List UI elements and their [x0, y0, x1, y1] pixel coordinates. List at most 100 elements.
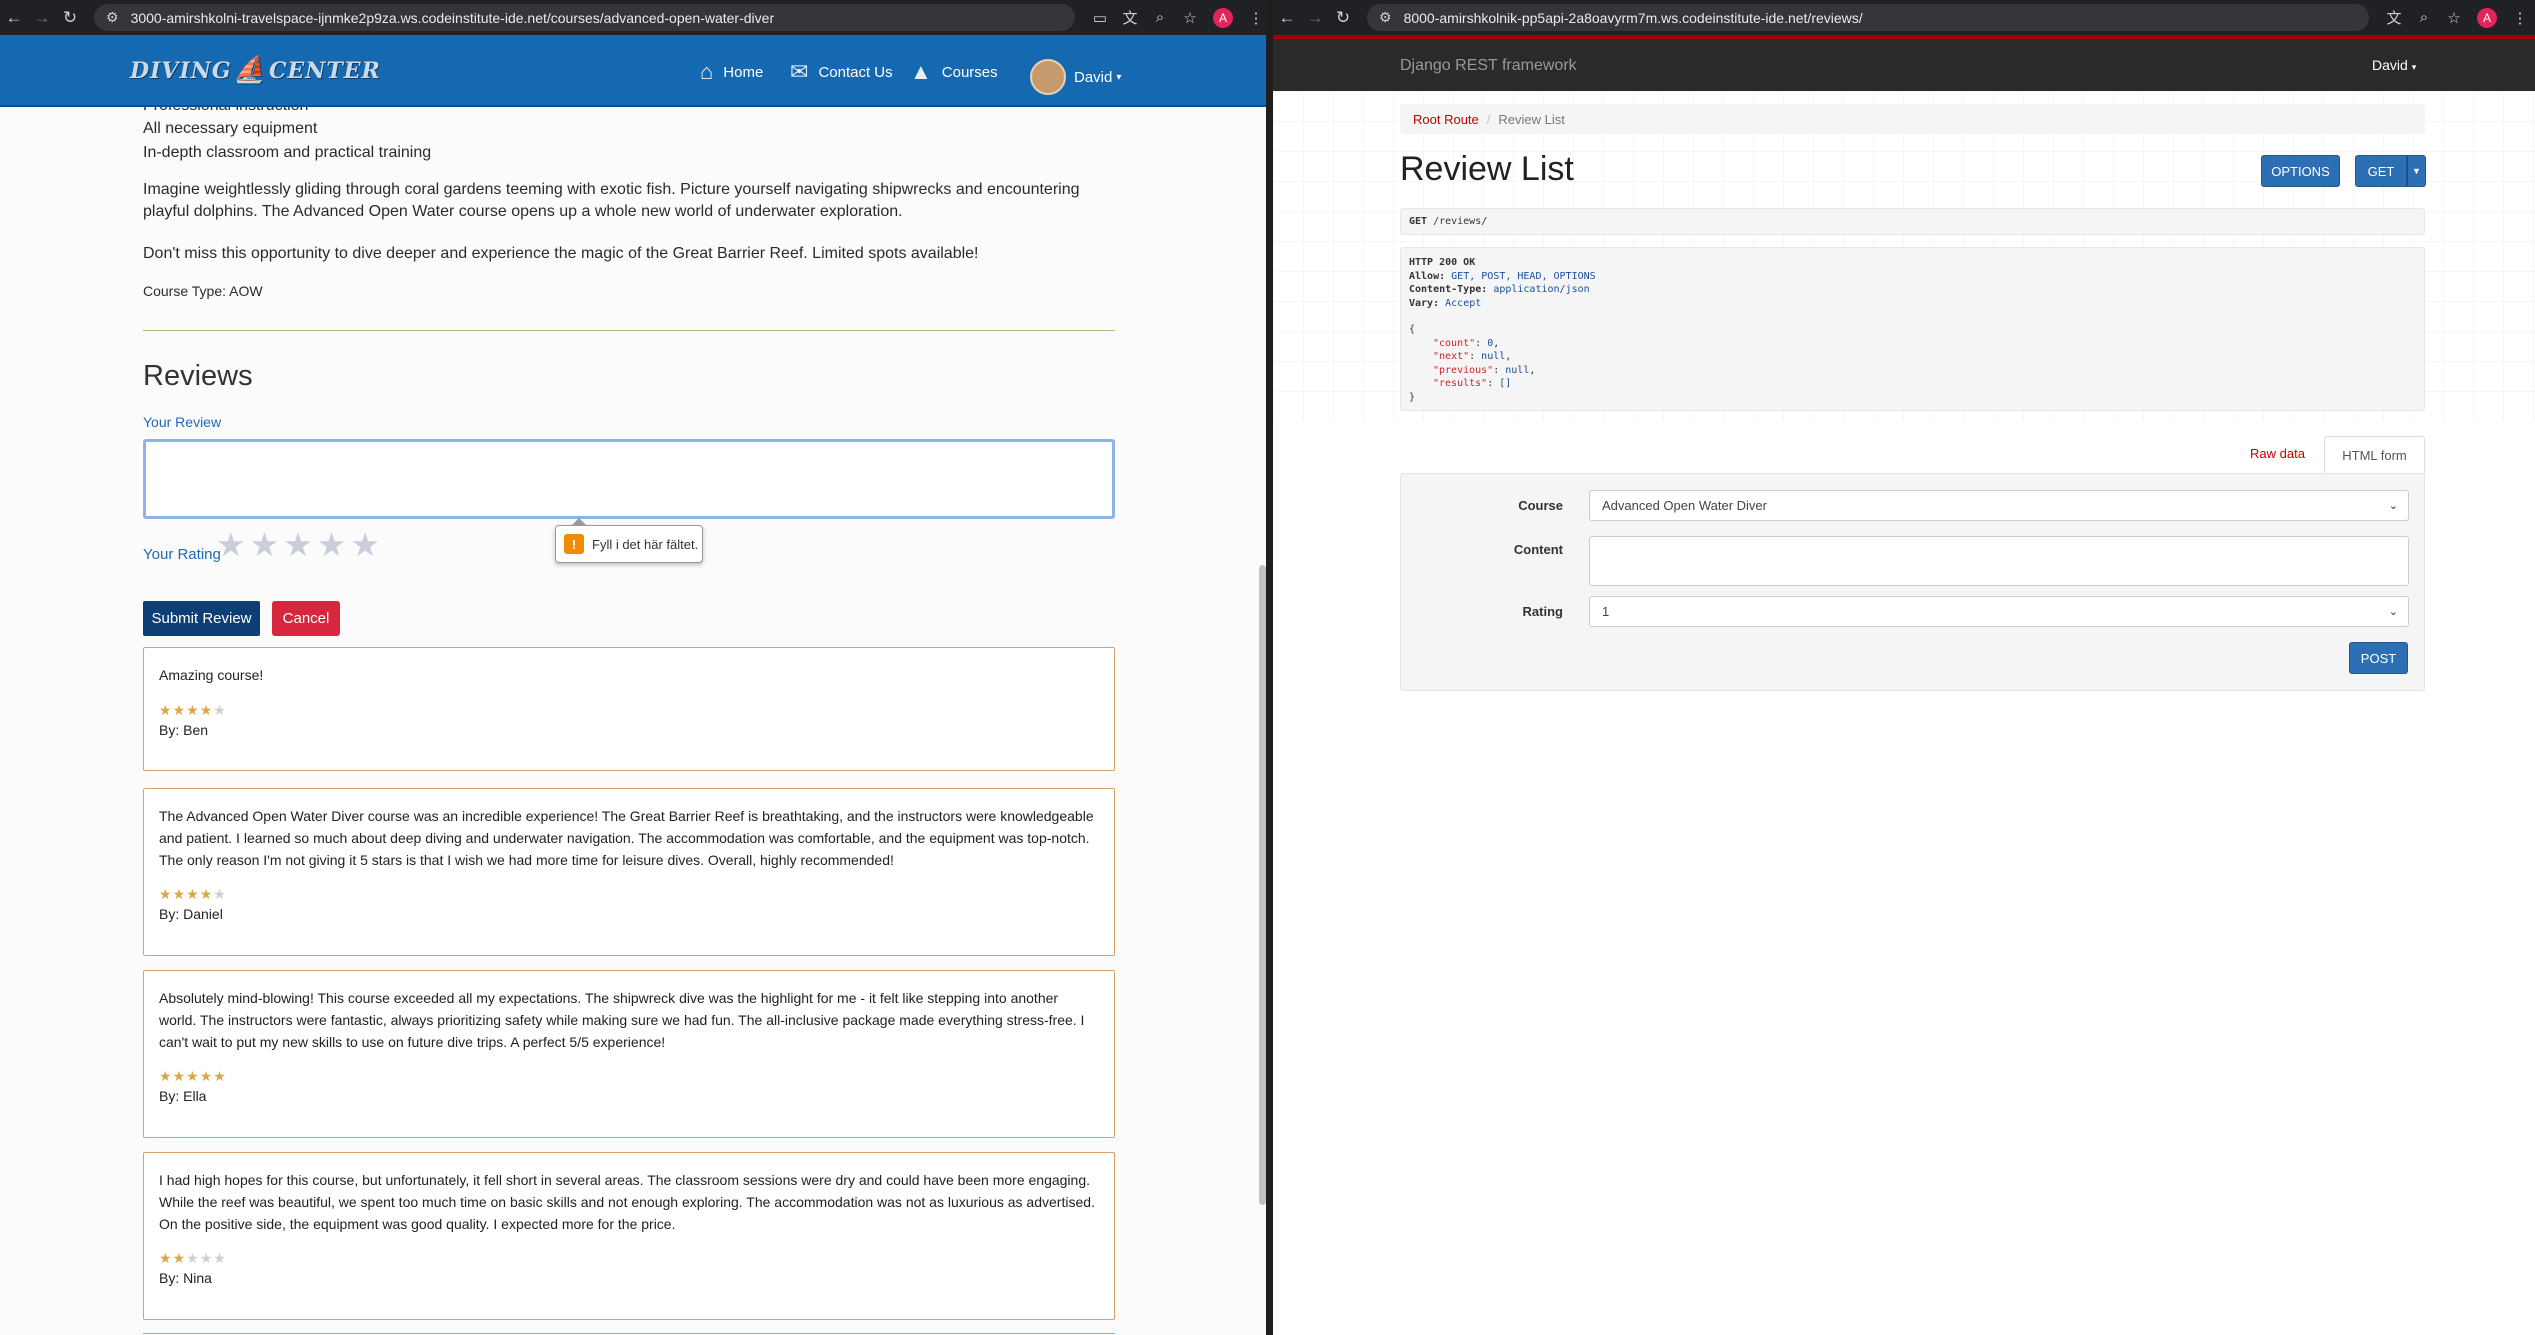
star-icon[interactable]: ★ — [216, 526, 250, 563]
star-filled-icon: ★ — [172, 1250, 187, 1266]
nav-courses[interactable]: ▲ Courses — [910, 59, 998, 85]
star-icon[interactable]: ★ — [350, 526, 384, 563]
json-line-next: "next": null, — [1433, 351, 1512, 362]
rating-select[interactable]: 1 ⌄ — [1589, 596, 2409, 627]
post-button[interactable]: POST — [2349, 642, 2408, 674]
course-cta-text: Don't miss this opportunity to dive deep… — [143, 245, 979, 262]
star-icon[interactable]: ★ — [317, 526, 351, 563]
site-info-icon[interactable]: ⚙ — [1379, 9, 1392, 26]
review-text: I had high hopes for this course, but un… — [159, 1172, 1095, 1232]
drf-user-dropdown[interactable]: David ▾ — [2372, 57, 2416, 73]
validation-tooltip: ! Fyll i det här fältet. — [555, 518, 703, 563]
star-icon[interactable]: ★ — [283, 526, 317, 563]
star-empty-icon: ★ — [213, 1250, 227, 1266]
right-address-bar[interactable]: ⚙ 8000-amirshkolnik-pp5api-2a8oavyrm7m.w… — [1367, 4, 2369, 31]
star-filled-icon: ★ — [199, 1068, 214, 1084]
content-label: Content — [1513, 542, 1563, 557]
feature-item: All necessary equipment — [143, 120, 318, 137]
review-card: The Advanced Open Water Diver course was… — [143, 788, 1115, 956]
star-filled-icon: ★ — [199, 702, 214, 718]
caret-down-icon: ▾ — [2411, 62, 2417, 72]
right-browser-window: ← → ↻ ⚙ 8000-amirshkolnik-pp5api-2a8oavy… — [1273, 0, 2535, 1335]
course-label: Course — [1518, 498, 1563, 513]
right-browser-toolbar: ← → ↻ ⚙ 8000-amirshkolnik-pp5api-2a8oavy… — [1273, 0, 2535, 35]
tab-html-form[interactable]: HTML form — [2324, 436, 2425, 474]
star-filled-icon: ★ — [213, 1068, 227, 1084]
review-author: By: Daniel — [159, 906, 223, 922]
nav-contact[interactable]: ✉ Contact Us — [790, 59, 893, 85]
left-browser-toolbar: ← → ↻ ⚙ 3000-amirshkolni-travelspace-ijn… — [0, 0, 1271, 35]
rating-star-picker[interactable]: ★★★★★ — [216, 525, 384, 564]
cast-icon[interactable]: ▭ — [1085, 9, 1115, 27]
review-card: I had high hopes for this course, but un… — [143, 1152, 1115, 1320]
course-select-value: Advanced Open Water Diver — [1602, 498, 1767, 513]
bookmark-star-icon[interactable]: ☆ — [2439, 9, 2469, 27]
star-icon[interactable]: ★ — [250, 526, 284, 563]
nav-user-dropdown[interactable]: David ▾ — [1030, 59, 1121, 95]
response-vary-header: Vary: Accept — [1409, 297, 2416, 311]
course-description: Imagine weightlessly gliding through cor… — [143, 181, 1080, 220]
translate-icon[interactable]: 文 — [2379, 7, 2409, 28]
zoom-icon[interactable]: ⌕ — [1145, 9, 1175, 26]
review-card: Amazing course! ★★★★★ By: Ben — [143, 647, 1115, 771]
translate-icon[interactable]: 文 — [1115, 7, 1145, 28]
breadcrumb: Root Route / Review List — [1400, 104, 2425, 134]
reload-icon[interactable]: ↻ — [56, 8, 84, 28]
course-type: Course Type: AOW — [143, 283, 263, 299]
nav-home[interactable]: ⌂ Home — [700, 59, 763, 85]
options-button[interactable]: OPTIONS — [2261, 155, 2340, 187]
request-method: GET — [1409, 216, 1428, 227]
json-value: [] — [1499, 378, 1512, 389]
request-info: GET/reviews/ — [1400, 208, 2425, 235]
forward-icon[interactable]: → — [1301, 8, 1329, 28]
review-textarea[interactable] — [143, 439, 1115, 519]
json-key: "results" — [1433, 378, 1488, 389]
response-info: HTTP 200 OK Allow: GET, POST, HEAD, OPTI… — [1400, 247, 2425, 411]
back-icon[interactable]: ← — [1273, 8, 1301, 28]
zoom-icon[interactable]: ⌕ — [2409, 9, 2439, 26]
reload-icon[interactable]: ↻ — [1329, 8, 1357, 28]
star-filled-icon: ★ — [199, 886, 214, 902]
get-format-dropdown[interactable]: ▼ — [2407, 155, 2426, 187]
drf-brand[interactable]: Django REST framework — [1400, 57, 1577, 75]
json-value: null — [1505, 364, 1530, 376]
breadcrumb-root[interactable]: Root Route — [1413, 112, 1479, 127]
window-divider[interactable] — [1266, 0, 1273, 1335]
json-key: "count" — [1433, 337, 1476, 349]
left-address-bar[interactable]: ⚙ 3000-amirshkolni-travelspace-ijnmke2p9… — [94, 4, 1075, 31]
content-textarea[interactable] — [1589, 536, 2409, 586]
profile-avatar[interactable]: A — [2477, 7, 2497, 28]
back-icon[interactable]: ← — [0, 8, 28, 28]
envelope-icon: ✉ — [790, 59, 809, 84]
forward-icon[interactable]: → — [28, 8, 56, 28]
form-tabs: Raw data HTML form — [1400, 436, 2425, 474]
feature-item: Professional instruction — [143, 107, 308, 117]
your-rating-label: Your Rating — [143, 546, 221, 563]
review-stars: ★★★★★ — [159, 886, 227, 903]
star-filled-icon: ★ — [186, 1068, 200, 1084]
home-icon: ⌂ — [700, 59, 714, 84]
submit-review-button[interactable]: Submit Review — [143, 601, 260, 636]
menu-icon[interactable]: ⋮ — [2505, 9, 2535, 27]
scrollbar-thumb[interactable] — [1259, 565, 1266, 1205]
nav-home-label: Home — [723, 63, 764, 81]
review-stars: ★★★★★ — [159, 702, 227, 719]
header-name: Vary: — [1409, 297, 1440, 309]
left-url-text: 3000-amirshkolni-travelspace-ijnmke2p9za… — [130, 9, 775, 26]
star-filled-icon: ★ — [172, 702, 187, 718]
response-status: HTTP 200 OK — [1409, 257, 1476, 268]
response-allow-header: Allow: GET, POST, HEAD, OPTIONS — [1409, 270, 2416, 284]
tab-raw-data[interactable]: Raw data — [2250, 446, 2305, 461]
diving-center-logo[interactable]: DIVING⛵CENTER — [130, 55, 381, 85]
profile-avatar[interactable]: A — [1213, 7, 1233, 28]
get-button[interactable]: GET — [2355, 155, 2407, 187]
star-empty-icon: ★ — [213, 886, 227, 902]
cancel-button[interactable]: Cancel — [272, 601, 340, 636]
site-info-icon[interactable]: ⚙ — [106, 9, 119, 26]
diver-icon: ⛵ — [233, 55, 268, 85]
review-text: The Advanced Open Water Diver course was… — [159, 808, 1094, 868]
bookmark-star-icon[interactable]: ☆ — [1175, 9, 1205, 27]
course-select[interactable]: Advanced Open Water Diver ⌄ — [1589, 490, 2409, 521]
star-filled-icon: ★ — [159, 702, 173, 718]
left-browser-window: ← → ↻ ⚙ 3000-amirshkolni-travelspace-ijn… — [0, 0, 1271, 1335]
